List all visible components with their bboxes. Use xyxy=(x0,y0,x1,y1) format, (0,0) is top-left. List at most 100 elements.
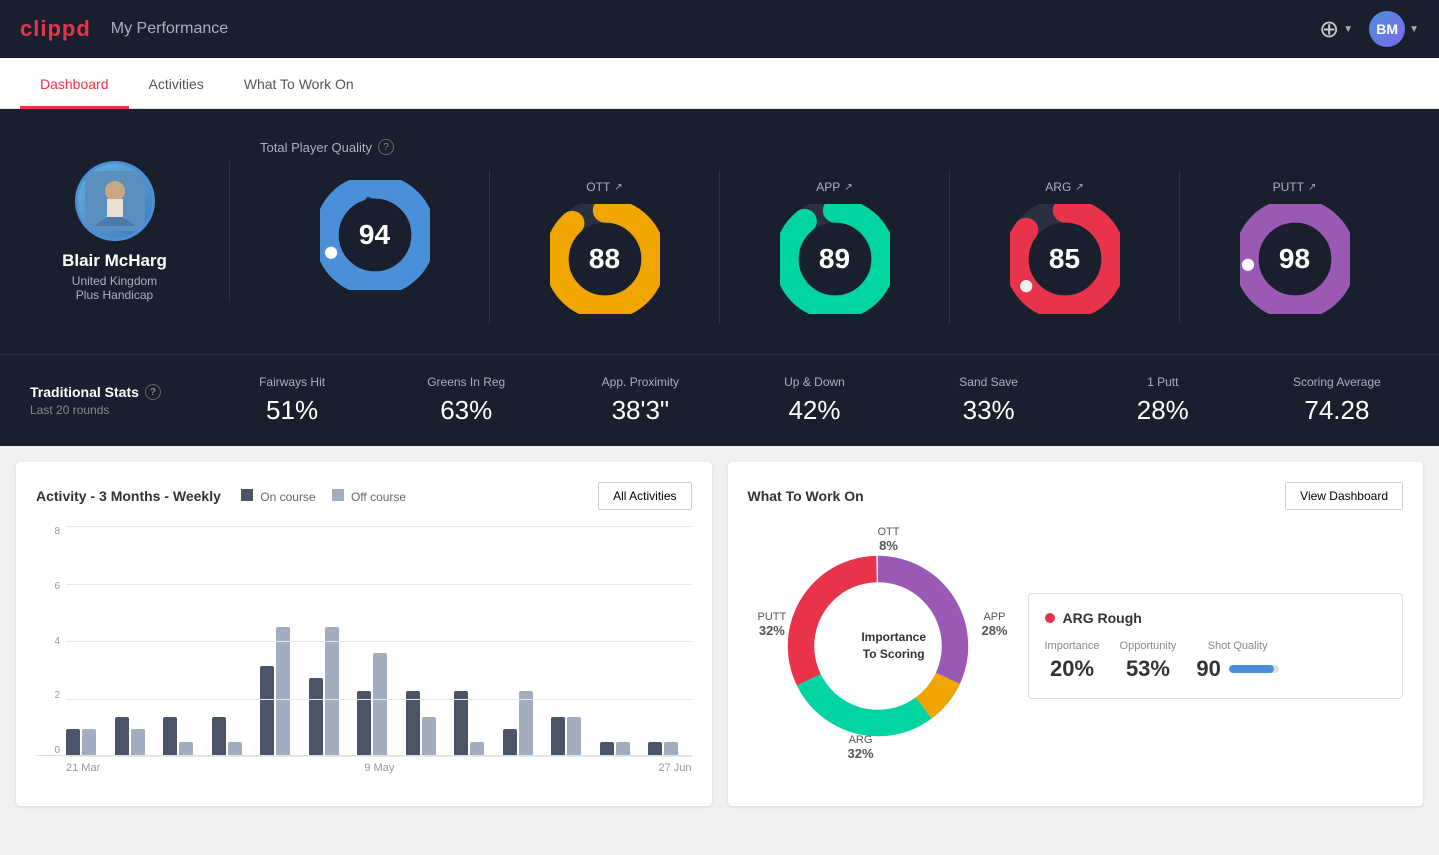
putt-score: PUTT ↗ 98 xyxy=(1180,170,1409,324)
bar-on-0 xyxy=(66,729,80,755)
on-course-dot xyxy=(241,489,253,501)
donut-section: ImportanceTo Scoring OTT 8% APP 28% ARG … xyxy=(748,526,1404,766)
add-icon: ⊕ xyxy=(1319,15,1339,44)
arg-rough-title: ARG Rough xyxy=(1045,610,1387,626)
opportunity-metric: Opportunity 53% xyxy=(1120,640,1177,682)
app-value: 89 xyxy=(819,243,850,275)
bar-off-8 xyxy=(470,742,484,755)
off-course-dot xyxy=(332,489,344,501)
user-menu[interactable]: BM ▼ xyxy=(1369,11,1419,47)
bar-group-3 xyxy=(212,717,256,755)
arg-label: ARG ↗ xyxy=(1045,180,1083,194)
bar-group-11 xyxy=(600,742,644,755)
bar-off-11 xyxy=(616,742,630,755)
bar-group-8 xyxy=(454,691,498,755)
trad-help-icon[interactable]: ? xyxy=(145,384,161,400)
bar-on-9 xyxy=(503,729,517,755)
ott-donut-label: OTT 8% xyxy=(878,526,900,553)
header: clippd My Performance ⊕ ▼ BM ▼ xyxy=(0,0,1439,58)
header-title: My Performance xyxy=(111,20,228,38)
bar-group-4 xyxy=(260,627,304,755)
ott-trend-icon: ↗ xyxy=(614,182,622,193)
tab-activities[interactable]: Activities xyxy=(129,58,224,109)
chart-legend: On course Off course xyxy=(241,489,406,504)
player-avatar-image xyxy=(85,171,145,231)
bar-on-6 xyxy=(357,691,371,755)
ott-label: OTT ↗ xyxy=(586,180,622,194)
total-quality-value: 94 xyxy=(359,219,390,251)
trad-stats-label: Traditional Stats ? Last 20 rounds xyxy=(30,384,190,417)
bar-on-11 xyxy=(600,742,614,755)
bar-off-3 xyxy=(228,742,242,755)
putt-value: 98 xyxy=(1279,243,1310,275)
bar-on-5 xyxy=(309,678,323,755)
bar-group-2 xyxy=(163,717,207,755)
stat-1-putt: 1 Putt 28% xyxy=(1091,375,1235,426)
stat-fairways-hit: Fairways Hit 51% xyxy=(220,375,364,426)
activity-panel: Activity - 3 Months - Weekly On course O… xyxy=(16,462,712,806)
bar-off-6 xyxy=(373,653,387,755)
bar-off-4 xyxy=(276,627,290,755)
what-to-work-on-panel: What To Work On View Dashboard xyxy=(728,462,1424,806)
shot-quality-fill xyxy=(1229,665,1274,673)
arg-score: ARG ↗ 85 xyxy=(950,170,1180,324)
player-avatar xyxy=(75,161,155,241)
work-on-metrics: Importance 20% Opportunity 53% Shot Qual… xyxy=(1045,640,1387,682)
user-chevron-icon: ▼ xyxy=(1409,24,1419,35)
putt-label: PUTT ↗ xyxy=(1273,180,1317,194)
activity-chart-title: Activity - 3 Months - Weekly xyxy=(36,488,221,504)
app-label: APP ↗ xyxy=(816,180,852,194)
legend-on-course: On course xyxy=(241,489,316,504)
bar-off-2 xyxy=(179,742,193,755)
y-axis: 8 6 4 2 0 xyxy=(36,526,64,756)
total-quality-score: 94 xyxy=(260,170,490,324)
chevron-down-icon: ▼ xyxy=(1343,24,1353,35)
all-activities-button[interactable]: All Activities xyxy=(598,482,691,510)
total-quality-chart: 94 xyxy=(320,180,430,290)
bar-group-6 xyxy=(357,653,401,755)
trad-stats-title: Traditional Stats ? xyxy=(30,384,190,400)
arg-value: 85 xyxy=(1049,243,1080,275)
view-dashboard-button[interactable]: View Dashboard xyxy=(1285,482,1403,510)
red-indicator-dot xyxy=(1045,613,1055,623)
bar-chart-inner xyxy=(36,526,692,756)
x-axis-labels: 21 Mar 9 May 27 Jun xyxy=(36,762,692,774)
bar-group-9 xyxy=(503,691,547,755)
player-info: Blair McHarg United Kingdom Plus Handica… xyxy=(30,161,230,302)
stat-greens-in-reg: Greens In Reg 63% xyxy=(394,375,538,426)
help-icon[interactable]: ? xyxy=(378,139,394,155)
bar-group-7 xyxy=(406,691,450,755)
add-button[interactable]: ⊕ ▼ xyxy=(1319,15,1353,44)
shot-quality-metric: Shot Quality 90 xyxy=(1196,640,1278,682)
bar-on-12 xyxy=(648,742,662,755)
ott-value: 88 xyxy=(589,243,620,275)
tab-dashboard[interactable]: Dashboard xyxy=(20,58,129,109)
bar-group-0 xyxy=(66,729,110,755)
activity-panel-header: Activity - 3 Months - Weekly On course O… xyxy=(36,482,692,510)
player-country: United Kingdom xyxy=(72,274,157,288)
stat-up-down: Up & Down 42% xyxy=(742,375,886,426)
putt-donut-label: PUTT 32% xyxy=(758,611,787,638)
bar-off-1 xyxy=(131,729,145,755)
ott-score: OTT ↗ 88 xyxy=(490,170,720,324)
player-banner: Blair McHarg United Kingdom Plus Handica… xyxy=(0,109,1439,354)
arg-trend-icon: ↗ xyxy=(1075,182,1083,193)
stat-scoring-average: Scoring Average 74.28 xyxy=(1265,375,1409,426)
header-right: ⊕ ▼ BM ▼ xyxy=(1319,11,1419,47)
bar-group-12 xyxy=(648,742,692,755)
legend-off-course: Off course xyxy=(332,489,406,504)
bar-group-10 xyxy=(551,717,595,755)
bar-off-12 xyxy=(664,742,678,755)
donut-svg xyxy=(768,536,988,756)
app-score: APP ↗ 89 xyxy=(720,170,950,324)
tab-what-to-work-on[interactable]: What To Work On xyxy=(224,58,374,109)
app-trend-icon: ↗ xyxy=(844,182,852,193)
app-chart: 89 xyxy=(780,204,890,314)
bar-on-8 xyxy=(454,691,468,755)
bar-off-0 xyxy=(82,729,96,755)
bar-on-10 xyxy=(551,717,565,755)
stat-sand-save: Sand Save 33% xyxy=(917,375,1061,426)
stat-app-proximity: App. Proximity 38'3" xyxy=(568,375,712,426)
player-name: Blair McHarg xyxy=(62,251,167,271)
importance-metric: Importance 20% xyxy=(1045,640,1100,682)
